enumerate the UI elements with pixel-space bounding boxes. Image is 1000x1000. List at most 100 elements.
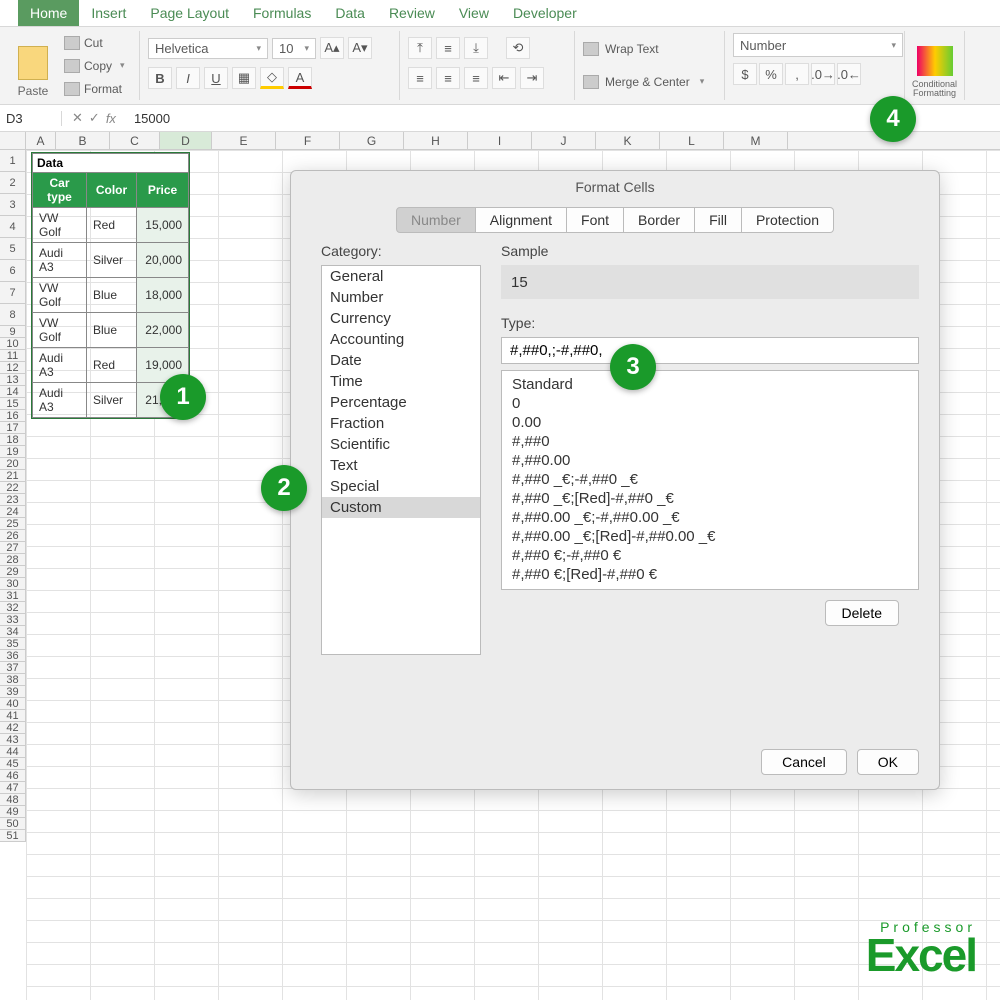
table-row[interactable]: VW GolfBlue22,000 <box>33 313 189 348</box>
increase-font-button[interactable]: A▴ <box>320 37 344 59</box>
cut-button[interactable]: Cut <box>64 36 125 50</box>
align-bottom-button[interactable]: ⤓ <box>464 37 488 59</box>
tab-page-layout[interactable]: Page Layout <box>138 0 241 26</box>
merge-center-button[interactable]: Merge & Center▾ <box>583 75 716 89</box>
border-button[interactable]: ▦ <box>232 67 256 89</box>
col-header[interactable]: J <box>532 132 596 149</box>
copy-button[interactable]: Copy▾ <box>64 59 125 73</box>
row-header[interactable]: 21 <box>0 470 26 482</box>
row-header[interactable]: 17 <box>0 422 26 434</box>
row-header[interactable]: 12 <box>0 362 26 374</box>
row-header[interactable]: 48 <box>0 794 26 806</box>
table-row[interactable]: Audi A3Red19,000 <box>33 348 189 383</box>
align-top-button[interactable]: ⤒ <box>408 37 432 59</box>
align-center-button[interactable]: ≡ <box>436 67 460 89</box>
orientation-button[interactable]: ⟲ <box>506 37 530 59</box>
table-row[interactable]: VW GolfBlue18,000 <box>33 278 189 313</box>
tab-insert[interactable]: Insert <box>79 0 138 26</box>
format-painter-button[interactable]: Format <box>64 82 125 96</box>
col-header[interactable]: G <box>340 132 404 149</box>
row-header[interactable]: 9 <box>0 326 26 338</box>
row-header[interactable]: 8 <box>0 304 26 326</box>
wrap-text-button[interactable]: Wrap Text <box>583 42 716 56</box>
row-header[interactable]: 19 <box>0 446 26 458</box>
table-row[interactable]: VW GolfRed15,000 <box>33 208 189 243</box>
row-header[interactable]: 42 <box>0 722 26 734</box>
col-header[interactable]: A <box>26 132 56 149</box>
table-row[interactable]: Audi A3Silver20,000 <box>33 243 189 278</box>
tab-developer[interactable]: Developer <box>501 0 589 26</box>
row-header[interactable]: 25 <box>0 518 26 530</box>
row-header[interactable]: 33 <box>0 614 26 626</box>
category-item[interactable]: Number <box>322 287 480 308</box>
type-item[interactable]: #,##0.00 <box>502 451 918 470</box>
col-header[interactable]: E <box>212 132 276 149</box>
number-format-select[interactable]: Number▾ <box>733 33 903 57</box>
row-header[interactable]: 3 <box>0 194 26 216</box>
row-header[interactable]: 30 <box>0 578 26 590</box>
row-header[interactable]: 23 <box>0 494 26 506</box>
type-list[interactable]: Standard00.00#,##0#,##0.00#,##0 _€;-#,##… <box>501 370 919 590</box>
row-header[interactable]: 35 <box>0 638 26 650</box>
category-item[interactable]: Special <box>322 476 480 497</box>
tab-home[interactable]: Home <box>18 0 79 26</box>
col-header[interactable]: K <box>596 132 660 149</box>
decrease-indent-button[interactable]: ⇤ <box>492 67 516 89</box>
row-header[interactable]: 46 <box>0 770 26 782</box>
row-header[interactable]: 5 <box>0 238 26 260</box>
row-header[interactable]: 26 <box>0 530 26 542</box>
fill-color-button[interactable]: ◇ <box>260 67 284 89</box>
type-item[interactable]: 0.00 <box>502 413 918 432</box>
font-color-button[interactable]: A <box>288 67 312 89</box>
decrease-font-button[interactable]: A▾ <box>348 37 372 59</box>
type-item[interactable]: #,##0 <box>502 432 918 451</box>
dialog-tab-number[interactable]: Number <box>396 207 476 233</box>
dialog-tab-protection[interactable]: Protection <box>742 207 834 233</box>
align-right-button[interactable]: ≡ <box>464 67 488 89</box>
underline-button[interactable]: U <box>204 67 228 89</box>
col-header[interactable]: M <box>724 132 788 149</box>
font-name-select[interactable]: Helvetica▾ <box>148 38 268 59</box>
row-header[interactable]: 4 <box>0 216 26 238</box>
category-item[interactable]: General <box>322 266 480 287</box>
type-item[interactable]: #,##0 €;[Red]-#,##0 € <box>502 565 918 584</box>
col-header[interactable]: L <box>660 132 724 149</box>
category-list[interactable]: GeneralNumberCurrencyAccountingDateTimeP… <box>321 265 481 655</box>
col-header[interactable]: B <box>56 132 110 149</box>
comma-button[interactable]: , <box>785 63 809 85</box>
type-item[interactable]: #,##0 _€;[Red]-#,##0 _€ <box>502 489 918 508</box>
category-item[interactable]: Percentage <box>322 392 480 413</box>
row-header[interactable]: 1 <box>0 150 26 172</box>
tab-formulas[interactable]: Formulas <box>241 0 323 26</box>
category-item[interactable]: Time <box>322 371 480 392</box>
row-header[interactable]: 18 <box>0 434 26 446</box>
tab-review[interactable]: Review <box>377 0 447 26</box>
row-header[interactable]: 37 <box>0 662 26 674</box>
row-header[interactable]: 10 <box>0 338 26 350</box>
dialog-tab-fill[interactable]: Fill <box>695 207 742 233</box>
cancel-button[interactable]: Cancel <box>761 749 847 775</box>
dialog-tab-alignment[interactable]: Alignment <box>476 207 567 233</box>
row-header[interactable]: 31 <box>0 590 26 602</box>
row-header[interactable]: 50 <box>0 818 26 830</box>
category-item[interactable]: Currency <box>322 308 480 329</box>
row-header[interactable]: 44 <box>0 746 26 758</box>
row-header[interactable]: 49 <box>0 806 26 818</box>
percent-button[interactable]: % <box>759 63 783 85</box>
decrease-decimal-button[interactable]: .0← <box>837 63 861 85</box>
row-header[interactable]: 41 <box>0 710 26 722</box>
type-item[interactable]: #,##0.00 _€;[Red]-#,##0.00 _€ <box>502 527 918 546</box>
paste-button[interactable]: Paste <box>8 33 58 98</box>
category-item[interactable]: Custom <box>322 497 480 518</box>
increase-indent-button[interactable]: ⇥ <box>520 67 544 89</box>
row-header[interactable]: 16 <box>0 410 26 422</box>
delete-button[interactable]: Delete <box>825 600 899 626</box>
row-header[interactable]: 36 <box>0 650 26 662</box>
type-item[interactable]: #,##0 _€;-#,##0 _€ <box>502 470 918 489</box>
type-item[interactable]: 0 <box>502 394 918 413</box>
row-header[interactable]: 20 <box>0 458 26 470</box>
formula-input[interactable]: 15000 <box>126 111 1000 126</box>
row-header[interactable]: 14 <box>0 386 26 398</box>
row-header[interactable]: 29 <box>0 566 26 578</box>
category-item[interactable]: Scientific <box>322 434 480 455</box>
